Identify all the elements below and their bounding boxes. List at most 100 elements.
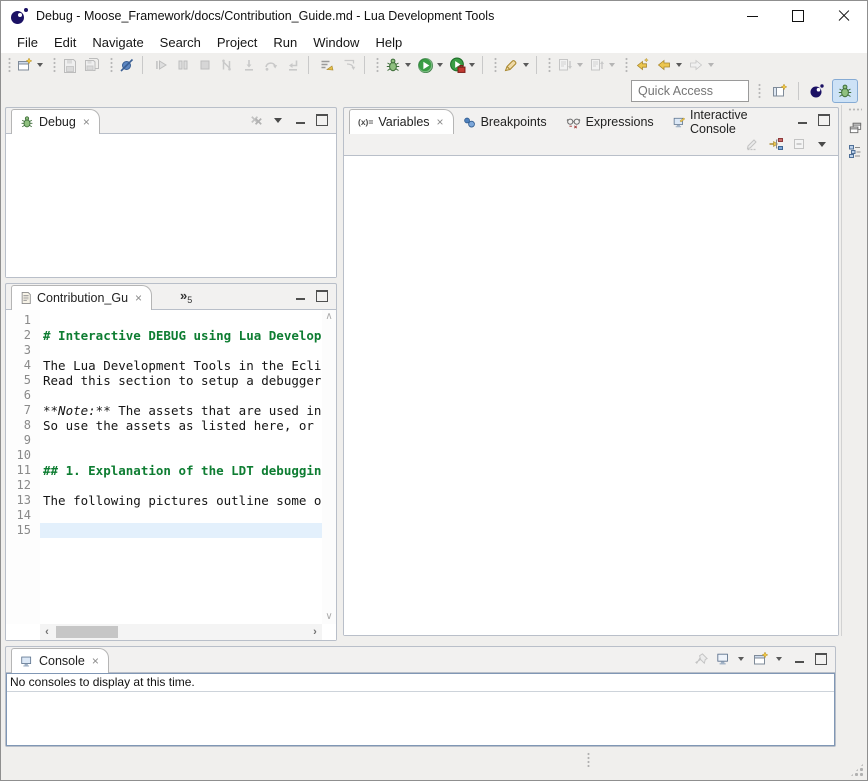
code-line[interactable] — [40, 523, 322, 538]
terminate-button[interactable] — [194, 54, 216, 76]
console-content[interactable]: No consoles to display at this time. — [6, 673, 835, 746]
toolbar-grip[interactable] — [110, 57, 113, 73]
line-number[interactable]: 2 — [6, 328, 40, 343]
code-line[interactable]: ## 1. Explanation of the LDT debuggin — [40, 463, 322, 478]
tab-console[interactable]: Console × — [11, 648, 109, 673]
tab-editor-close-icon[interactable]: × — [135, 293, 142, 303]
open-perspective-button[interactable] — [767, 79, 793, 103]
hscroll-track[interactable] — [54, 624, 308, 640]
line-number[interactable]: 4 — [6, 358, 40, 373]
menu-run[interactable]: Run — [265, 33, 305, 52]
previous-annotation-button[interactable] — [586, 54, 608, 76]
line-number[interactable]: 13 — [6, 493, 40, 508]
trim-drag-handle[interactable] — [848, 108, 862, 111]
next-annotation-dropdown[interactable] — [577, 63, 583, 67]
open-console-button[interactable] — [753, 651, 769, 667]
code-line[interactable] — [40, 343, 322, 358]
editor-tab-overflow[interactable]: » 5 — [180, 288, 192, 305]
line-number[interactable]: 5 — [6, 373, 40, 388]
tab-debug[interactable]: Debug × — [11, 109, 100, 134]
tab-breakpoints[interactable]: Breakpoints — [454, 109, 557, 134]
toolbar-grip[interactable] — [625, 57, 628, 73]
line-number[interactable]: 9 — [6, 433, 40, 448]
code-line[interactable] — [40, 388, 322, 403]
menu-navigate[interactable]: Navigate — [84, 33, 151, 52]
window-close-button[interactable] — [821, 1, 867, 31]
line-number[interactable]: 1 — [6, 313, 40, 328]
window-maximize-button[interactable] — [775, 1, 821, 31]
console-maximize-button[interactable] — [813, 651, 829, 667]
disconnect-button[interactable] — [216, 54, 238, 76]
line-number[interactable]: 8 — [6, 418, 40, 433]
variables-view-menu-button[interactable] — [814, 136, 830, 152]
scroll-right-icon[interactable]: › — [308, 626, 322, 638]
code-line[interactable]: So use the assets as listed here, or — [40, 418, 322, 433]
window-minimize-button[interactable] — [729, 1, 775, 31]
line-number[interactable]: 10 — [6, 448, 40, 463]
show-type-names-button[interactable] — [745, 136, 761, 152]
editor-vertical-scrollbar[interactable]: ∧ ∨ — [322, 310, 336, 624]
hscroll-thumb[interactable] — [56, 626, 118, 638]
variables-view-content[interactable] — [344, 155, 838, 635]
line-number[interactable]: 15 — [6, 523, 40, 538]
suspend-button[interactable] — [172, 54, 194, 76]
show-logical-structures-button[interactable] — [768, 136, 784, 152]
save-all-button[interactable] — [81, 54, 103, 76]
tab-expressions[interactable]: Expressions — [557, 109, 664, 134]
use-step-filters-button[interactable] — [316, 54, 338, 76]
statusbar-drag-handle[interactable] — [587, 752, 590, 767]
toolbar-grip[interactable] — [548, 57, 551, 73]
step-return-button[interactable] — [282, 54, 304, 76]
code-line[interactable] — [40, 478, 322, 493]
menu-help[interactable]: Help — [367, 33, 410, 52]
code-line[interactable] — [40, 313, 322, 328]
back-dropdown[interactable] — [676, 63, 682, 67]
editor-horizontal-scrollbar[interactable]: ‹ › — [40, 624, 322, 640]
external-tools-button[interactable] — [446, 54, 468, 76]
next-annotation-button[interactable] — [554, 54, 576, 76]
new-wizard-button[interactable] — [14, 54, 36, 76]
debug-view-menu-button[interactable] — [270, 112, 286, 128]
debug-dropdown[interactable] — [405, 63, 411, 67]
remove-all-terminated-button[interactable] — [248, 112, 264, 128]
menu-window[interactable]: Window — [305, 33, 367, 52]
tab-debug-close-icon[interactable]: × — [83, 117, 90, 127]
skip-all-breakpoints-button[interactable] — [116, 54, 138, 76]
tab-variables-close-icon[interactable]: × — [437, 117, 444, 127]
editor-minimize-button[interactable] — [292, 288, 308, 304]
debug-view-content[interactable] — [6, 133, 336, 277]
menu-project[interactable]: Project — [209, 33, 265, 52]
editor-area[interactable]: 123456789101112131415 # Interactive DEBU… — [6, 310, 336, 624]
quick-access-input[interactable] — [631, 80, 749, 102]
tab-console-close-icon[interactable]: × — [92, 656, 99, 666]
tab-interactive-console[interactable]: Interactive Console — [664, 109, 794, 134]
scroll-down-icon[interactable]: ∨ — [324, 612, 334, 622]
code-line[interactable]: The Lua Development Tools in the Ecli — [40, 358, 322, 373]
tab-editor-contribution-guide[interactable]: Contribution_Gu × — [11, 285, 152, 310]
display-console-dropdown[interactable] — [738, 657, 744, 661]
forward-button[interactable] — [685, 54, 707, 76]
toolbar-grip[interactable] — [758, 83, 761, 99]
new-wizard-dropdown[interactable] — [37, 63, 43, 67]
scroll-left-icon[interactable]: ‹ — [40, 626, 54, 638]
restore-view-button[interactable] — [845, 117, 865, 137]
code-line[interactable]: **Note:** The assets that are used in — [40, 403, 322, 418]
menu-search[interactable]: Search — [152, 33, 209, 52]
toolbar-grip[interactable] — [53, 57, 56, 73]
toggle-mark-occurrences-button[interactable] — [500, 54, 522, 76]
code-line[interactable] — [40, 508, 322, 523]
pin-console-button[interactable] — [693, 651, 709, 667]
mark-occurrences-dropdown[interactable] — [523, 63, 529, 67]
line-number[interactable]: 6 — [6, 388, 40, 403]
display-selected-console-button[interactable] — [715, 651, 731, 667]
open-console-dropdown[interactable] — [776, 657, 782, 661]
collapse-all-button[interactable] — [791, 136, 807, 152]
last-edit-location-button[interactable] — [631, 54, 653, 76]
resume-button[interactable] — [150, 54, 172, 76]
code-line[interactable] — [40, 433, 322, 448]
previous-annotation-dropdown[interactable] — [609, 63, 615, 67]
run-dropdown[interactable] — [437, 63, 443, 67]
menu-edit[interactable]: Edit — [46, 33, 84, 52]
drop-to-frame-button[interactable] — [338, 54, 360, 76]
code-line[interactable]: The following pictures outline some o — [40, 493, 322, 508]
